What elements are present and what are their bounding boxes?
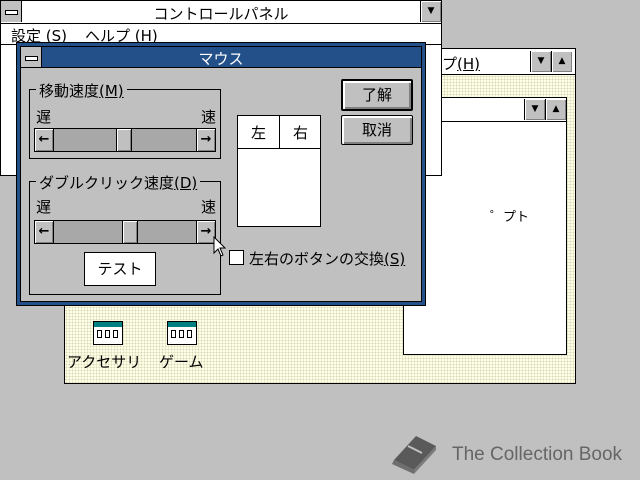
program-group-icon — [167, 321, 197, 345]
double-click-left-arrow-icon[interactable]: ← — [34, 220, 54, 244]
tracking-speed-label: 移動速度(M) — [36, 80, 127, 101]
swap-buttons-mnemonic: (S) — [384, 250, 406, 268]
tracking-slow-label: 遅 — [36, 108, 52, 126]
tracking-speed-thumb[interactable] — [116, 129, 132, 151]
tracking-speed-text: 移動速度 — [39, 82, 100, 100]
watermark-text: The Collection Book — [452, 444, 623, 465]
swap-buttons-checkbox[interactable] — [229, 250, 244, 265]
mouse-buttons-preview: 左 右 — [237, 115, 321, 227]
double-click-slow-label: 遅 — [36, 198, 52, 216]
tracking-speed-scrollbar[interactable]: ← → — [34, 128, 216, 152]
bg-maximize-button[interactable]: ▲ — [551, 51, 572, 72]
program-group-games[interactable]: ゲーム — [157, 321, 217, 371]
program-group-games-label: ゲーム — [159, 353, 204, 371]
cancel-button[interactable]: 取消 — [341, 115, 413, 145]
double-click-label: ダブルクリック速度(D) — [36, 172, 201, 193]
book-icon — [392, 436, 436, 474]
test-box-label: テスト — [97, 260, 143, 278]
bg-inner-text: ゜プト — [490, 210, 530, 225]
cancel-button-label: 取消 — [361, 121, 392, 139]
tracking-right-arrow-icon[interactable]: → — [196, 128, 216, 152]
program-group-icon — [93, 321, 123, 345]
double-click-text: ダブルクリック速度 — [39, 174, 175, 192]
mouse-dialog-title: マウス — [198, 50, 244, 68]
preview-left-button-label: 左 — [250, 124, 266, 142]
bg-minimize-button[interactable]: ▼ — [530, 51, 551, 72]
bg-inner-maximize-button[interactable]: ▲ — [545, 99, 566, 120]
mouse-dialog: マウス 移動速度(M) 遅 速 ← → ダブルクリック速度(D) 遅 速 ← →… — [16, 42, 426, 306]
control-panel-system-menu[interactable] — [1, 1, 22, 22]
preview-right-button-label: 右 — [292, 124, 308, 142]
double-click-thumb[interactable] — [122, 221, 138, 243]
tracking-speed-mnemonic: (M) — [99, 82, 124, 100]
watermark: The Collection Book — [388, 430, 628, 476]
program-group-accessories[interactable]: アクセサリ — [67, 321, 155, 371]
double-click-group: ダブルクリック速度(D) 遅 速 ← → テスト — [29, 172, 221, 295]
double-click-mnemonic: (D) — [174, 174, 198, 192]
swap-buttons-checkbox-row[interactable]: 左右のボタンの交換(S) — [229, 247, 425, 269]
double-click-scrollbar[interactable]: ← → — [34, 220, 216, 244]
tracking-speed-group: 移動速度(M) 遅 速 ← → — [29, 80, 221, 159]
double-click-fast-label: 速 — [200, 198, 216, 216]
tracking-left-arrow-icon[interactable]: ← — [34, 128, 54, 152]
program-group-accessories-label: アクセサリ — [67, 353, 142, 371]
bg-menu-help-mnemonic: (H) — [457, 55, 480, 73]
swap-buttons-label: 左右のボタンの交換(S) — [249, 248, 405, 269]
mouse-dialog-system-menu[interactable] — [21, 47, 42, 67]
mouse-pointer-icon — [213, 236, 227, 257]
ok-button[interactable]: 了解 — [341, 79, 413, 111]
swap-buttons-text: 左右のボタンの交換 — [249, 250, 385, 268]
mouse-dialog-titlebar[interactable]: マウス — [21, 47, 421, 68]
bg-inner-minimize-button[interactable]: ▼ — [524, 99, 545, 120]
test-box[interactable]: テスト — [84, 252, 156, 286]
tracking-fast-label: 速 — [200, 108, 216, 126]
control-panel-maximize-button[interactable]: ▼ — [420, 1, 441, 22]
control-panel-titlebar[interactable]: コントロールパネル ▼ — [1, 1, 441, 24]
control-panel-title: コントロールパネル — [153, 5, 289, 23]
ok-button-label: 了解 — [361, 86, 392, 104]
